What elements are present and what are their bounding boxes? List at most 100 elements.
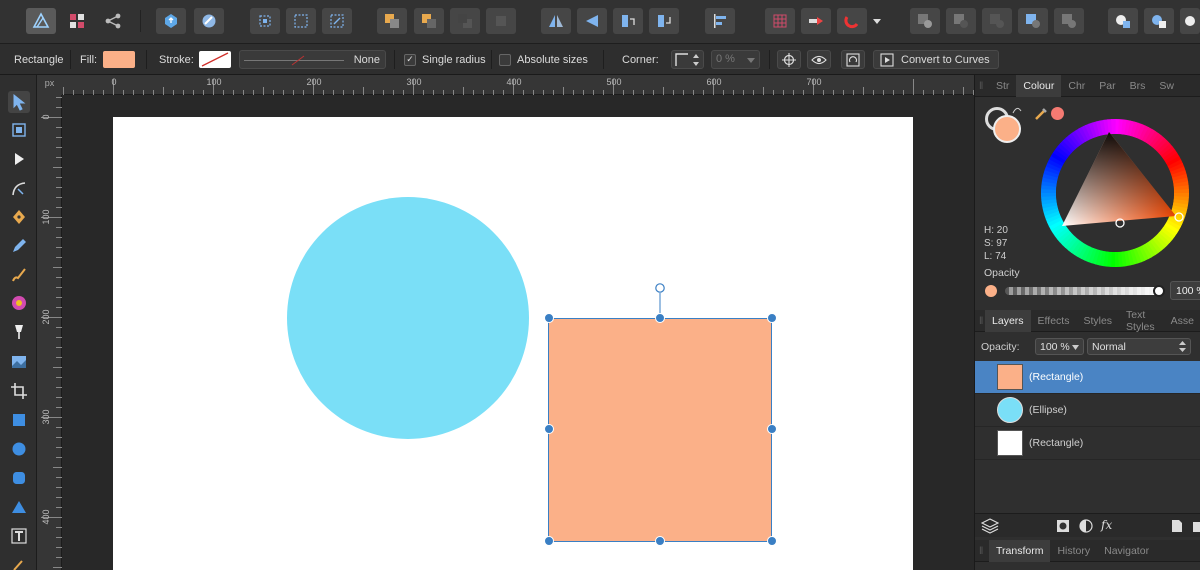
pixel-persona-icon[interactable] (62, 8, 92, 34)
corner-type-picker[interactable] (671, 44, 704, 75)
tab-layers[interactable]: Layers (985, 309, 1031, 332)
tab-brushes[interactable]: Brs (1123, 75, 1153, 97)
main-toolbar (0, 0, 1200, 44)
rotation-button[interactable] (841, 44, 865, 75)
delete-layer-icon[interactable] (1191, 519, 1200, 533)
corner-tool-icon[interactable] (8, 178, 30, 200)
align-icon[interactable] (705, 8, 735, 34)
move-tool-icon[interactable] (8, 91, 30, 113)
snapping-menu-icon[interactable] (869, 8, 885, 34)
layer-row-rectangle-selected[interactable]: (Rectangle) (975, 361, 1200, 394)
tab-stroke[interactable]: Str (989, 75, 1016, 97)
canvas[interactable] (62, 95, 974, 570)
tab-transform[interactable]: Transform (989, 539, 1051, 562)
absolute-sizes-checkbox[interactable]: Absolute sizes (499, 44, 588, 75)
crop-tool-icon[interactable] (8, 380, 30, 402)
current-fill-swatch[interactable] (993, 115, 1021, 143)
layer-opacity-dropdown[interactable]: 100 % (1035, 338, 1084, 355)
tab-history[interactable]: History (1050, 540, 1097, 562)
tab-effects[interactable]: Effects (1031, 310, 1077, 332)
opacity-value-input[interactable]: 100 % (1170, 281, 1200, 300)
fill-swatch[interactable] (103, 44, 135, 75)
tab-swatches[interactable]: Sw (1152, 75, 1181, 97)
tab-paragraph[interactable]: Par (1092, 75, 1122, 97)
rotate-left-icon[interactable] (613, 8, 643, 34)
layer-thumbnail (997, 430, 1023, 456)
snapping-magnet-icon[interactable] (837, 8, 867, 34)
boolean-add-icon[interactable] (910, 8, 940, 34)
horizontal-ruler[interactable]: 0 100 200 300 400 500 600 700 (62, 75, 974, 95)
arrange-backward-icon[interactable] (414, 8, 444, 34)
rectangle-tool-icon[interactable] (8, 409, 30, 431)
flip-vertical-icon[interactable] (577, 8, 607, 34)
convert-to-curves-button[interactable]: Convert to Curves (873, 44, 999, 75)
snap-bounds-icon[interactable] (250, 8, 280, 34)
opacity-slider-handle[interactable] (1153, 285, 1165, 297)
layer-row-ellipse[interactable]: (Ellipse) (975, 394, 1200, 427)
opacity-slider[interactable] (1005, 285, 1165, 297)
pen-tool-icon[interactable] (8, 206, 30, 228)
boolean-intersect-icon[interactable] (982, 8, 1012, 34)
export-persona-icon[interactable] (98, 8, 128, 34)
layer-thumbnail (997, 364, 1023, 390)
arrange-forward-icon[interactable] (450, 8, 480, 34)
geometry-combine-icon[interactable] (1108, 8, 1138, 34)
adjustment-icon[interactable] (1079, 519, 1093, 533)
boolean-divide-icon[interactable] (1054, 8, 1084, 34)
rectangle-shape[interactable] (548, 318, 772, 542)
artboard-tool-icon[interactable] (8, 119, 30, 141)
snap-box-icon[interactable] (286, 8, 316, 34)
arrange-back-icon[interactable] (377, 8, 407, 34)
mask-icon[interactable] (1056, 519, 1070, 533)
colour-wheel[interactable] (1040, 118, 1190, 268)
triangle-tool-icon[interactable] (8, 496, 30, 518)
vertical-ruler[interactable]: 0 100 200 300 400 (37, 95, 62, 570)
add-layer-icon[interactable] (1171, 519, 1183, 533)
tab-assets[interactable]: Asse (1164, 310, 1200, 332)
transform-origin-icon[interactable] (322, 8, 352, 34)
transparency-tool-icon[interactable] (8, 321, 30, 343)
flip-horizontal-icon[interactable] (541, 8, 571, 34)
tab-navigator[interactable]: Navigator (1097, 540, 1156, 562)
document-setup-icon[interactable] (156, 8, 186, 34)
app-logo-icon[interactable] (26, 8, 56, 34)
layers-stack-icon[interactable] (981, 518, 999, 534)
arrange-front-icon[interactable] (486, 8, 516, 34)
transform-origin-button[interactable] (777, 44, 801, 75)
tab-colour[interactable]: Colour (1016, 74, 1062, 97)
rotate-right-icon[interactable] (649, 8, 679, 34)
stroke-swatch[interactable] (199, 44, 231, 75)
fill-tool-icon[interactable] (8, 292, 30, 314)
place-image-tool-icon[interactable] (8, 351, 30, 373)
tab-character[interactable]: Chr (1061, 75, 1092, 97)
layer-row-rectangle-background[interactable]: (Rectangle) (975, 427, 1200, 460)
corner-value-input[interactable]: 0 % (711, 44, 760, 75)
rounded-rectangle-tool-icon[interactable] (8, 467, 30, 489)
fill-stroke-selector[interactable] (985, 107, 1025, 147)
single-radius-checkbox[interactable]: ✓ Single radius (404, 44, 486, 75)
boolean-xor-icon[interactable] (1018, 8, 1048, 34)
tab-styles[interactable]: Styles (1076, 310, 1119, 332)
color-picker-tool-icon[interactable] (8, 553, 30, 570)
ellipse-shape[interactable] (287, 197, 529, 439)
corner-value: 0 % (716, 53, 735, 65)
tab-text-styles[interactable]: Text Styles (1119, 309, 1164, 333)
vector-brush-tool-icon[interactable] (8, 264, 30, 286)
node-tool-icon[interactable] (8, 148, 30, 170)
show-hidden-button[interactable] (807, 44, 831, 75)
swap-colors-icon[interactable] (1011, 105, 1023, 115)
blend-mode-dropdown[interactable]: Normal (1087, 338, 1191, 355)
pencil-tool-icon[interactable] (8, 235, 30, 257)
artboard[interactable] (113, 117, 913, 570)
opacity-value: 100 % (1176, 285, 1200, 297)
geometry-more-icon[interactable] (1180, 8, 1200, 34)
assistant-icon[interactable] (194, 8, 224, 34)
ellipse-tool-icon[interactable] (8, 438, 30, 460)
text-tool-icon[interactable] (8, 525, 30, 547)
snap-options-icon[interactable] (801, 8, 831, 34)
fx-icon[interactable]: fx (1101, 518, 1112, 532)
snap-grid-icon[interactable] (765, 8, 795, 34)
geometry-merge-icon[interactable] (1144, 8, 1174, 34)
stroke-style-dropdown[interactable]: None (239, 44, 386, 75)
boolean-subtract-icon[interactable] (946, 8, 976, 34)
